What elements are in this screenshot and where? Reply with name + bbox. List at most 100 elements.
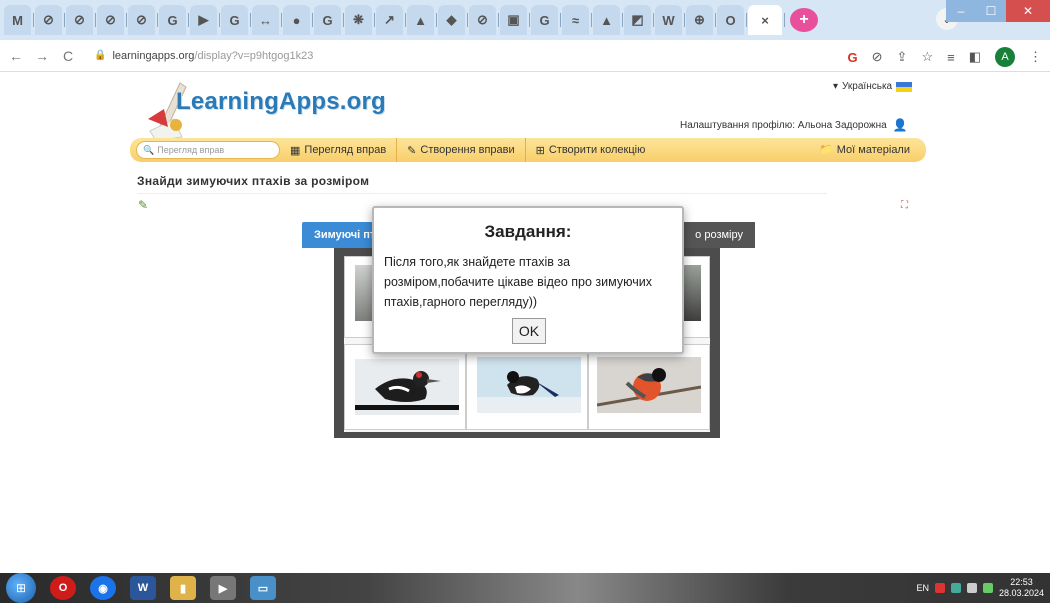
bookmark-star-icon[interactable]: ☆	[921, 49, 933, 65]
start-button-icon[interactable]: ⊞	[6, 573, 36, 603]
google-translate-icon[interactable]: G	[848, 50, 858, 65]
user-icon: 👤	[892, 118, 908, 132]
screenshot-tool-icon[interactable]: ▭	[250, 576, 276, 600]
lock-icon: 🔒	[94, 50, 107, 61]
browser-tab[interactable]: ⊘	[66, 5, 96, 35]
browser-tab[interactable]: ⊘	[35, 5, 65, 35]
browser-tab[interactable]: ⊕	[686, 5, 716, 35]
browser-tab[interactable]: G	[314, 5, 344, 35]
network-icon[interactable]	[950, 583, 961, 593]
forward-icon[interactable]: →	[32, 48, 52, 64]
browser-tab[interactable]: ≈	[562, 5, 592, 35]
browser-menu-icon[interactable]: ⋮	[1029, 49, 1042, 65]
new-tab-button[interactable]: +	[790, 8, 818, 32]
maximize-button[interactable]: ☐	[976, 0, 1006, 22]
chevron-down-icon: ▾	[833, 81, 839, 92]
browser-tab[interactable]: ⊘	[128, 5, 158, 35]
browser-tab[interactable]: ◩	[624, 5, 654, 35]
menu-create-collection[interactable]: ⊞ Створити колекцію	[526, 138, 656, 162]
reading-list-icon[interactable]: ≡	[947, 50, 955, 65]
fullscreen-icon[interactable]: ⛶	[901, 200, 908, 211]
browser-tab[interactable]: ▣	[500, 5, 530, 35]
language-indicator[interactable]: EN	[916, 583, 929, 593]
window-controls: – ☐ ✕	[946, 0, 1050, 26]
language-label: Українська	[842, 81, 893, 92]
browser-tab[interactable]: ▲	[593, 5, 623, 35]
browser-tab[interactable]: G	[159, 5, 189, 35]
url-input[interactable]: 🔒 learningapps.org/display?v=p9htgog1k23	[86, 44, 826, 68]
browser-tab[interactable]: ●	[283, 5, 313, 35]
browser-tab-strip: M ⊘ ⊘ ⊘ ⊘ G ▶ G ↔ ● G ❋ ↗ ▲ ◆ ⊘ ▣ G ≈ ▲ ◩ W ⊕ O × +	[0, 0, 1050, 40]
menu-create-label: Створення вправи	[420, 144, 515, 156]
browser-tab[interactable]: ⊘	[97, 5, 127, 35]
browser-tab[interactable]: ↗	[376, 5, 406, 35]
side-panel-icon[interactable]: ◧	[969, 49, 981, 65]
menu-my-materials-label: Мої матеріали	[836, 143, 910, 156]
edit-icon[interactable]: ✎	[138, 198, 152, 212]
dialog-text: Після того,як знайдете птахів за розміро…	[384, 255, 652, 309]
pencil-icon: ✎	[407, 144, 417, 157]
title-divider	[137, 193, 827, 194]
media-player-icon[interactable]: ▶	[210, 576, 236, 600]
url-domain: learningapps.org	[112, 49, 195, 62]
puzzle-piece[interactable]	[466, 344, 588, 430]
browser-tab[interactable]: ⊘	[469, 5, 499, 35]
file-explorer-icon[interactable]: ▮	[170, 576, 196, 600]
chrome-icon[interactable]: ◉	[90, 576, 116, 600]
windows-taskbar: ⊞ O ◉ W ▮ ▶ ▭ EN 22:53 28.03.2024	[0, 573, 1050, 603]
extension-icon[interactable]: ⊘	[872, 49, 883, 65]
browser-tab[interactable]: ▶	[190, 5, 220, 35]
url-path: /display?v=p9htgog1k23	[194, 49, 314, 62]
profile-avatar[interactable]: A	[995, 47, 1015, 67]
woodpecker-photo	[355, 359, 459, 415]
menu-my-materials[interactable]: 📁 Мої матеріали	[819, 143, 910, 157]
search-input[interactable]: 🔍 Перегляд вправ	[136, 141, 280, 159]
search-icon: 🔍	[143, 144, 155, 155]
puzzle-piece[interactable]	[344, 344, 466, 430]
back-icon[interactable]: ←	[6, 48, 26, 64]
browser-tab[interactable]: ◆	[438, 5, 468, 35]
bullfinch-photo	[597, 357, 701, 413]
browser-tab[interactable]: ❋	[345, 5, 375, 35]
menu-create-exercise[interactable]: ✎ Створення вправи	[397, 138, 526, 162]
browser-tab[interactable]: ×	[748, 5, 785, 35]
share-icon[interactable]: ⇪	[897, 49, 908, 65]
ukraine-flag-icon	[896, 81, 913, 92]
word-icon[interactable]: W	[130, 576, 156, 600]
volume-icon[interactable]	[966, 583, 977, 593]
browser-tab[interactable]: G	[531, 5, 561, 35]
browser-tab[interactable]: ▲	[407, 5, 437, 35]
browser-tab[interactable]: W	[655, 5, 685, 35]
clock-time: 22:53	[1010, 577, 1033, 587]
browser-tab[interactable]: ↔	[252, 5, 282, 35]
site-logo[interactable]: LearningApps.org	[176, 88, 386, 116]
opera-icon[interactable]: O	[50, 576, 76, 600]
menu-browse-exercises[interactable]: ▦ Перегляд вправ	[280, 138, 398, 162]
language-selector[interactable]: ▾ Українська	[833, 81, 913, 92]
antivirus-icon[interactable]	[934, 583, 945, 593]
folder-icon: 📁	[819, 144, 833, 156]
puzzle-piece[interactable]	[588, 344, 710, 430]
page-title: Знайди зимуючих птахів за розміром	[137, 174, 370, 188]
menu-collection-label: Створити колекцію	[548, 144, 646, 156]
browser-tab[interactable]: O	[717, 5, 747, 35]
menu-browse-label: Перегляд вправ	[304, 144, 387, 156]
system-tray: EN 22:53 28.03.2024	[916, 573, 1044, 603]
reload-icon[interactable]: C	[58, 48, 78, 64]
ok-button[interactable]: OK	[512, 318, 546, 344]
minimize-button[interactable]: –	[946, 0, 976, 22]
task-dialog: Завдання: Після того,як знайдете птахів …	[372, 206, 684, 354]
battery-icon[interactable]	[982, 583, 993, 593]
address-bar-row: ← → C 🔒 learningapps.org/display?v=p9htg…	[0, 40, 1050, 72]
browser-tab[interactable]: M	[4, 5, 34, 35]
grid-icon: ▦	[290, 144, 301, 157]
browser-tab[interactable]: G	[221, 5, 251, 35]
profile-settings-link[interactable]: Налаштування профілю: Альона Задорожна 👤	[680, 118, 908, 132]
clock-date: 28.03.2024	[998, 588, 1044, 598]
app-title-left: Зимуючі птахи	[302, 222, 372, 248]
magpie-photo	[477, 357, 581, 413]
profile-label: Налаштування профілю: Альона Задорожна	[680, 119, 887, 131]
close-window-button[interactable]: ✕	[1006, 0, 1050, 22]
main-menu-bar: 🔍 Перегляд вправ ▦ Перегляд вправ ✎ Ство…	[130, 138, 926, 162]
clock[interactable]: 22:53 28.03.2024	[999, 577, 1044, 599]
